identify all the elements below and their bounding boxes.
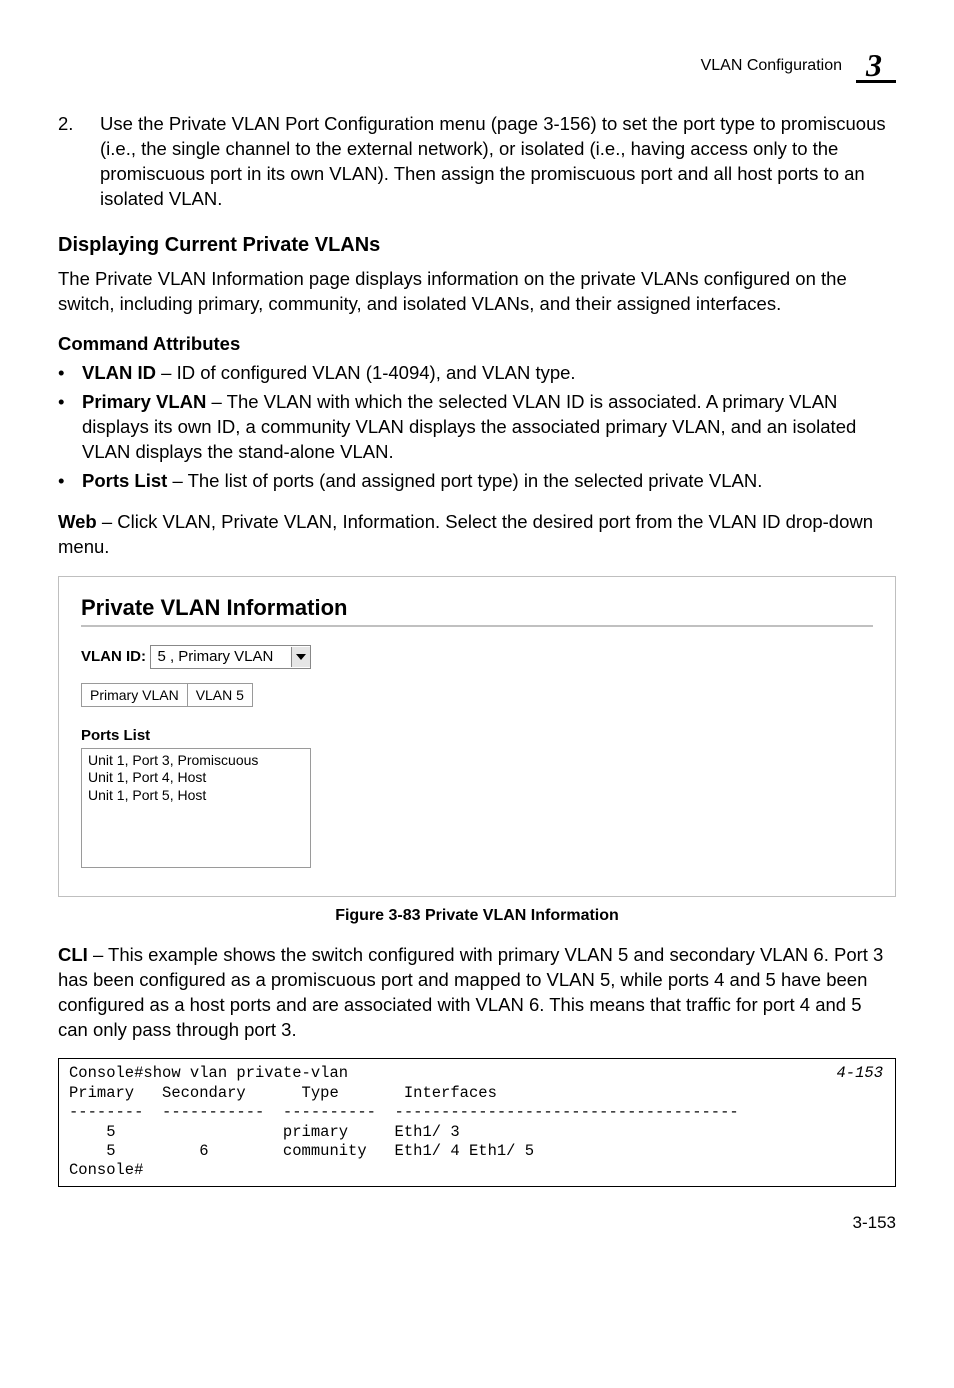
cli-rest: – This example shows the switch configur… xyxy=(58,944,883,1040)
bullet-body: VLAN ID – ID of configured VLAN (1-4094)… xyxy=(82,361,896,386)
bullet-rest: – The list of ports (and assigned port t… xyxy=(167,470,762,491)
ports-list-label: Ports List xyxy=(81,727,873,744)
bullet-body: Primary VLAN – The VLAN with which the s… xyxy=(82,390,896,465)
console-lines: Console#show vlan private-vlan Primary S… xyxy=(69,1064,739,1179)
ports-listbox[interactable]: Unit 1, Port 3, Promiscuous Unit 1, Port… xyxy=(81,748,311,868)
bullet-lead: VLAN ID xyxy=(82,362,156,383)
chapter-number-glyph: 3 xyxy=(865,48,882,83)
vlan-id-select-value: 5 , Primary VLAN xyxy=(151,648,291,665)
vlan-id-label: VLAN ID: xyxy=(81,648,146,665)
cli-lead: CLI xyxy=(58,944,88,965)
section-title: VLAN Configuration xyxy=(701,57,842,75)
command-attributes-heading: Command Attributes xyxy=(58,333,896,355)
primary-vlan-value: VLAN 5 xyxy=(187,683,252,706)
step-item: 2. Use the Private VLAN Port Configurati… xyxy=(58,112,896,212)
chapter-number-icon: 3 xyxy=(856,48,896,84)
console-output: 4-153 Console#show vlan private-vlan Prim… xyxy=(58,1058,896,1186)
web-instruction: Web – Click VLAN, Private VLAN, Informat… xyxy=(58,510,896,560)
bullet-item: •VLAN ID – ID of configured VLAN (1-4094… xyxy=(58,361,896,386)
page-number: 3-153 xyxy=(58,1213,896,1233)
primary-vlan-header: Primary VLAN xyxy=(82,683,188,706)
list-item[interactable]: Unit 1, Port 3, Promiscuous xyxy=(88,752,304,770)
bullet-dot: • xyxy=(58,469,82,494)
vlan-id-select[interactable]: 5 , Primary VLAN xyxy=(150,645,311,669)
web-rest: – Click VLAN, Private VLAN, Information.… xyxy=(58,511,873,557)
step-text: Use the Private VLAN Port Configuration … xyxy=(100,112,896,212)
bullet-item: •Ports List – The list of ports (and ass… xyxy=(58,469,896,494)
screenshot-divider xyxy=(81,625,873,627)
step-number: 2. xyxy=(58,112,100,212)
primary-vlan-table: Primary VLAN VLAN 5 xyxy=(81,683,253,707)
console-page-ref: 4-153 xyxy=(836,1064,883,1083)
page-header: VLAN Configuration 3 xyxy=(58,48,896,84)
chevron-down-icon xyxy=(291,647,310,667)
cli-paragraph: CLI – This example shows the switch conf… xyxy=(58,943,896,1043)
bullet-lead: Ports List xyxy=(82,470,167,491)
bullet-rest: – ID of configured VLAN (1-4094), and VL… xyxy=(156,362,576,383)
bullet-body: Ports List – The list of ports (and assi… xyxy=(82,469,896,494)
list-item[interactable]: Unit 1, Port 4, Host xyxy=(88,769,304,787)
screenshot-title: Private VLAN Information xyxy=(81,595,873,621)
bullet-dot: • xyxy=(58,390,82,465)
bullet-dot: • xyxy=(58,361,82,386)
web-lead: Web xyxy=(58,511,97,532)
section-heading: Displaying Current Private VLANs xyxy=(58,234,896,257)
figure-caption: Figure 3-83 Private VLAN Information xyxy=(58,907,896,925)
bullet-lead: Primary VLAN xyxy=(82,391,206,412)
bullet-item: •Primary VLAN – The VLAN with which the … xyxy=(58,390,896,465)
intro-paragraph: The Private VLAN Information page displa… xyxy=(58,267,896,317)
screenshot-panel: Private VLAN Information VLAN ID: 5 , Pr… xyxy=(58,576,896,897)
list-item[interactable]: Unit 1, Port 5, Host xyxy=(88,787,304,805)
